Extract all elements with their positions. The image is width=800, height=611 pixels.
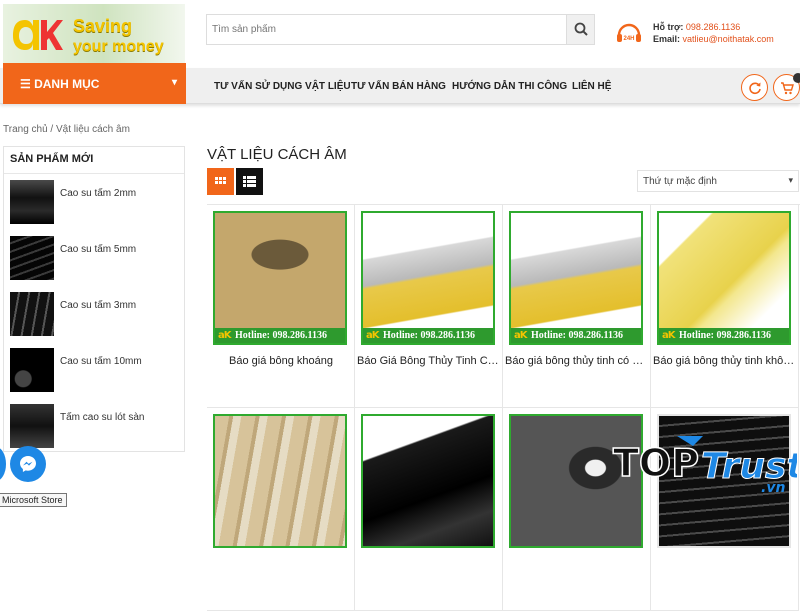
search-input[interactable] bbox=[207, 15, 567, 44]
site-logo[interactable]: Saving your money bbox=[3, 4, 185, 64]
cart-count-badge bbox=[793, 73, 800, 83]
support-info: Hỗ trợ: 098.286.1136 Email: vatlieu@noit… bbox=[653, 21, 774, 45]
category-menu-button[interactable]: ☰ DANH MỤC ▾ bbox=[3, 63, 186, 104]
toptrust-watermark: TOP Trust .vn bbox=[611, 432, 800, 496]
svg-text:TOP: TOP bbox=[613, 441, 699, 485]
product-card[interactable] bbox=[207, 408, 355, 611]
product-image[interactable] bbox=[361, 414, 495, 548]
refresh-icon bbox=[749, 82, 761, 95]
product-name[interactable]: Báo Giá Bông Thủy Tinh Có Bạc bbox=[355, 355, 502, 367]
product-image[interactable]: aK Hotline: 098.286.1136 bbox=[657, 211, 791, 345]
logo-tagline-2: your money bbox=[73, 38, 164, 55]
nav-item-tu-van-ban-hang[interactable]: TƯ VẤN BÁN HÀNG bbox=[351, 81, 446, 92]
messenger-button[interactable] bbox=[10, 446, 46, 482]
product-image[interactable] bbox=[213, 414, 347, 548]
product-thumbnail[interactable] bbox=[10, 292, 54, 336]
phone-label: Hỗ trợ: bbox=[653, 22, 684, 32]
product-name[interactable]: Báo giá bông khoáng bbox=[207, 355, 354, 367]
grid-view-button[interactable] bbox=[207, 168, 234, 195]
hotline-banner: aK Hotline: 098.286.1136 bbox=[363, 328, 493, 343]
list-icon bbox=[243, 176, 256, 187]
list-view-button[interactable] bbox=[236, 168, 263, 195]
hotline-banner: aK Hotline: 098.286.1136 bbox=[511, 328, 641, 343]
sidebar-item-label[interactable]: Cao su tấm 5mm bbox=[60, 244, 136, 255]
product-thumbnail[interactable] bbox=[10, 348, 54, 392]
hotline-banner: aK Hotline: 098.286.1136 bbox=[659, 328, 789, 343]
sidebar-item-label[interactable]: Cao su tấm 3mm bbox=[60, 300, 136, 311]
email-label: Email: bbox=[653, 34, 681, 44]
search-box bbox=[206, 14, 595, 45]
breadcrumb[interactable]: Trang chủ / Vật liệu cách âm bbox=[3, 124, 130, 135]
product-card[interactable]: aK Hotline: 098.286.1136 Báo giá bông thủ… bbox=[651, 205, 799, 408]
category-menu-label: ☰ DANH MỤC bbox=[20, 77, 100, 91]
phone-value[interactable]: 098.286.1136 bbox=[686, 22, 740, 32]
hotline-banner: aK Hotline: 098.286.1136 bbox=[215, 328, 345, 343]
product-thumbnail[interactable] bbox=[10, 404, 54, 448]
sidebar-item[interactable]: Tấm cao su lót sàn bbox=[10, 404, 180, 448]
sidebar-item[interactable]: Cao su tấm 2mm bbox=[10, 180, 180, 224]
sidebar-item-label[interactable]: Cao su tấm 2mm bbox=[60, 188, 136, 199]
compare-button[interactable] bbox=[741, 74, 768, 101]
search-icon bbox=[574, 22, 588, 36]
divider bbox=[4, 173, 184, 174]
support-24h-icon: 24H bbox=[615, 20, 643, 48]
messenger-icon bbox=[20, 456, 36, 472]
logo-tagline-1: Saving bbox=[73, 16, 133, 36]
sidebar-item-label[interactable]: Cao su tấm 10mm bbox=[60, 356, 142, 367]
grid-icon bbox=[215, 177, 226, 184]
dropdown-arrow-icon: ▾ bbox=[788, 175, 793, 185]
category-title: VẬT LIỆU CÁCH ÂM bbox=[207, 146, 347, 163]
nav-item-huong-dan-thi-cong[interactable]: HƯỚNG DẪN THI CÔNG bbox=[452, 81, 567, 92]
chevron-down-icon: ▾ bbox=[171, 77, 177, 88]
sidebar-item[interactable]: Cao su tấm 3mm bbox=[10, 292, 180, 336]
sort-value: Thứ tự mặc định bbox=[643, 176, 717, 187]
product-image[interactable]: aK Hotline: 098.286.1136 bbox=[509, 211, 643, 345]
header: Saving your money 24H Hỗ trợ: 098.286.11… bbox=[0, 0, 800, 68]
logo-mark bbox=[11, 14, 63, 61]
sidebar-title: SẢN PHẨM MỚI bbox=[10, 153, 94, 165]
product-image[interactable]: aK Hotline: 098.286.1136 bbox=[213, 211, 347, 345]
nav-item-lien-he[interactable]: LIÊN HỆ bbox=[572, 81, 611, 92]
sidebar-item-label[interactable]: Tấm cao su lót sàn bbox=[60, 412, 144, 423]
phone-call-button[interactable] bbox=[0, 447, 6, 481]
svg-text:.vn: .vn bbox=[761, 480, 785, 496]
product-card[interactable]: aK Hotline: 098.286.1136 Báo giá bông kho… bbox=[207, 205, 355, 408]
product-name[interactable]: Báo giá bông thủy tinh có bạc bbox=[503, 355, 650, 367]
sort-select[interactable]: Thứ tự mặc định ▾ bbox=[637, 170, 799, 192]
search-button[interactable] bbox=[566, 15, 594, 44]
cart-icon bbox=[781, 82, 794, 95]
nav-item-tu-van-su-dung[interactable]: TƯ VẤN SỬ DỤNG VẬT LIỆU bbox=[214, 81, 351, 92]
new-products-sidebar: SẢN PHẨM MỚI Cao su tấm 2mm Cao su tấm 5… bbox=[3, 146, 185, 452]
tooltip: Microsoft Store bbox=[0, 493, 67, 507]
product-thumbnail[interactable] bbox=[10, 180, 54, 224]
sidebar-item[interactable]: Cao su tấm 5mm bbox=[10, 236, 180, 280]
product-card[interactable] bbox=[355, 408, 503, 611]
product-card[interactable]: aK Hotline: 098.286.1136 Báo Giá Bông Thủ… bbox=[355, 205, 503, 408]
product-card[interactable]: aK Hotline: 098.286.1136 Báo giá bông thủ… bbox=[503, 205, 651, 408]
product-thumbnail[interactable] bbox=[10, 236, 54, 280]
sidebar-item[interactable]: Cao su tấm 10mm bbox=[10, 348, 180, 392]
product-name[interactable]: Báo giá bông thủy tinh không bạc bbox=[651, 355, 798, 367]
email-value[interactable]: vatlieu@noithatak.com bbox=[683, 34, 774, 44]
product-image[interactable]: aK Hotline: 098.286.1136 bbox=[361, 211, 495, 345]
svg-text:24H: 24H bbox=[623, 36, 634, 42]
